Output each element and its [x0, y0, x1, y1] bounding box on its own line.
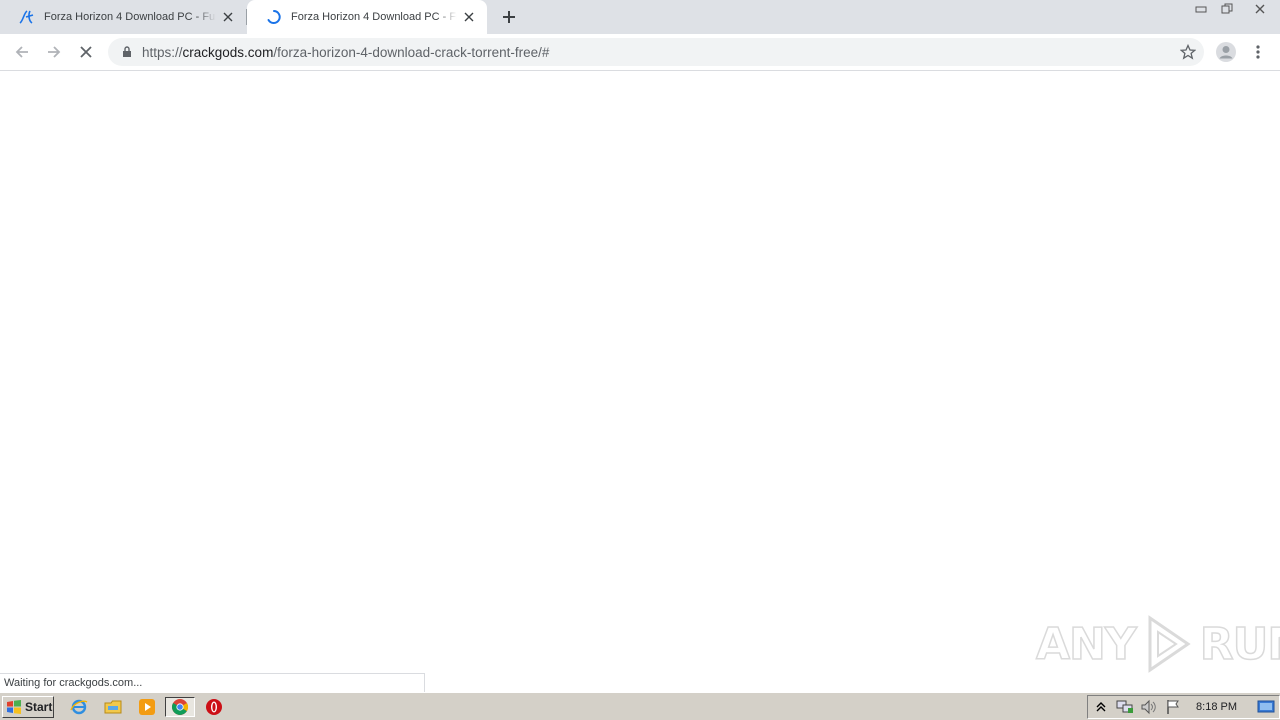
url-path: /forza-horizon-4-download-crack-torrent-… — [273, 44, 550, 60]
status-bubble: Waiting for crackgods.com... — [0, 673, 425, 692]
taskbar-clock[interactable]: 8:18 PM — [1188, 701, 1251, 713]
play-logo-icon — [1148, 615, 1191, 673]
start-button[interactable]: Start — [2, 696, 54, 718]
watermark-text-left: ANY — [1035, 618, 1137, 671]
restore-icon — [1221, 3, 1233, 14]
lock-icon[interactable] — [120, 45, 134, 59]
action-center-flag-icon[interactable] — [1164, 698, 1182, 716]
site-favicon-icon — [18, 8, 36, 26]
chrome-icon[interactable] — [165, 697, 195, 717]
tab-title: Forza Horizon 4 Download PC - Full G — [44, 11, 216, 23]
browser-menu-button[interactable] — [1248, 40, 1268, 64]
profile-button[interactable] — [1214, 40, 1238, 64]
bookmark-star-icon[interactable] — [1179, 43, 1197, 60]
start-label: Start — [25, 700, 53, 714]
windows-logo-icon — [7, 700, 21, 714]
url-scheme: https:// — [142, 44, 183, 60]
forward-button[interactable] — [42, 40, 66, 64]
close-icon — [1255, 4, 1265, 14]
close-tab-icon[interactable] — [461, 9, 477, 25]
show-hidden-icons-icon[interactable] — [1092, 698, 1110, 716]
internet-explorer-icon[interactable] — [68, 697, 90, 717]
forward-arrow-icon — [48, 46, 61, 58]
show-desktop-icon[interactable] — [1257, 699, 1275, 715]
minimize-icon — [1195, 6, 1207, 13]
window-controls — [1188, 0, 1280, 18]
media-player-icon[interactable] — [136, 697, 158, 717]
taskbar: Start 8:18 PM — [0, 692, 1280, 720]
opera-icon[interactable] — [203, 697, 225, 717]
close-window-button[interactable] — [1240, 0, 1280, 18]
plus-icon — [503, 11, 515, 23]
watermark-text-right: RUN — [1199, 618, 1280, 671]
page-content: ANY RUN Waiting for crackgods.com... — [0, 72, 1280, 692]
new-tab-button[interactable] — [499, 7, 519, 27]
minimize-button[interactable] — [1188, 0, 1214, 18]
folder-icon[interactable] — [102, 697, 124, 717]
stop-loading-button[interactable] — [74, 40, 98, 64]
tab-title: Forza Horizon 4 Download PC - Full G — [291, 11, 457, 23]
url-host: crackgods.com — [182, 44, 274, 60]
tab-active[interactable]: Forza Horizon 4 Download PC - Full G — [247, 0, 487, 34]
address-bar[interactable]: https://crackgods.com/forza-horizon-4-do… — [108, 38, 1204, 66]
volume-icon[interactable] — [1140, 698, 1158, 716]
avatar-icon — [1216, 42, 1236, 62]
network-icon[interactable] — [1116, 698, 1134, 716]
more-vertical-icon — [1256, 45, 1260, 59]
restore-button[interactable] — [1214, 0, 1240, 18]
back-arrow-icon — [15, 46, 28, 58]
anyrun-watermark: ANY RUN — [1035, 608, 1280, 680]
loading-spinner-icon — [265, 8, 283, 26]
url-text: https://crackgods.com/forza-horizon-4-do… — [142, 45, 549, 60]
close-tab-icon[interactable] — [220, 9, 236, 25]
back-button[interactable] — [10, 40, 34, 64]
tab-inactive[interactable]: Forza Horizon 4 Download PC - Full G — [0, 0, 246, 34]
system-tray: 8:18 PM — [1087, 695, 1280, 719]
stop-icon — [80, 46, 92, 58]
browser-toolbar: https://crackgods.com/forza-horizon-4-do… — [0, 34, 1280, 71]
tab-strip: Forza Horizon 4 Download PC - Full G For… — [0, 0, 1280, 34]
